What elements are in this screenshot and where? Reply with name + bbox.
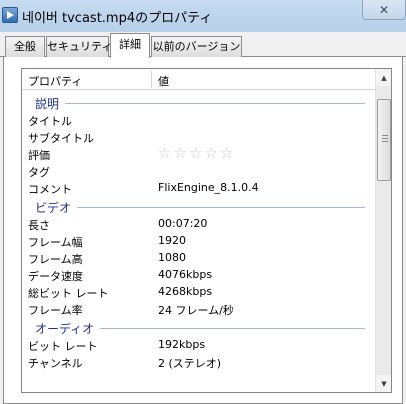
property-value: 2 (ステレオ) — [158, 357, 222, 370]
star-icon[interactable]: ☆ — [173, 146, 186, 161]
scroll-up-icon[interactable]: ▲ — [376, 69, 391, 86]
column-divider[interactable] — [151, 71, 152, 88]
table-row[interactable]: フレーム高 1080 — [22, 249, 375, 266]
tab-general[interactable]: 全般 — [5, 36, 45, 57]
property-list[interactable]: プロパティ 値 説明 タイトル サブタイトル 評価 ☆ ☆ ☆ ☆ ☆ タグ コ… — [21, 68, 392, 393]
tab-strip: 全般 セキュリティ 詳細 以前のバージョン — [0, 32, 406, 58]
property-value: 1080 — [158, 251, 186, 264]
grip-line — [382, 135, 388, 136]
tab-details[interactable]: 詳細 — [110, 33, 150, 58]
property-value: 24 フレーム/秒 — [158, 304, 234, 317]
star-icon[interactable]: ☆ — [189, 146, 202, 161]
property-name: タイトル — [28, 115, 72, 128]
table-row[interactable]: 評価 ☆ ☆ ☆ ☆ ☆ — [22, 145, 375, 163]
close-button[interactable]: ✕ — [362, 0, 406, 20]
property-value: 00:07:20 — [158, 217, 208, 230]
table-row[interactable]: データ速度 4076kbps — [22, 266, 375, 283]
star-icon[interactable]: ☆ — [158, 146, 171, 161]
group-audio: オーディオ — [22, 317, 375, 337]
scroll-down-icon[interactable]: ▼ — [376, 375, 391, 392]
property-value: 4268kbps — [158, 285, 213, 298]
video-file-icon — [2, 7, 18, 23]
table-row[interactable]: チャンネル 2 (ステレオ) — [22, 353, 375, 370]
table-row[interactable]: 総ビット レート 4268kbps — [22, 283, 375, 300]
property-name: サブタイトル — [28, 132, 94, 145]
property-name: コメント — [28, 183, 72, 196]
property-name: 総ビット レート — [28, 287, 109, 300]
tab-security[interactable]: セキュリティ — [46, 36, 112, 57]
property-value: 192kbps — [158, 338, 206, 351]
property-value[interactable]: FlixEngine_8.1.0.4 — [158, 181, 259, 194]
table-row[interactable]: 長さ 00:07:20 — [22, 215, 375, 232]
table-row[interactable]: フレーム率 24 フレーム/秒 — [22, 300, 375, 317]
property-value: 1920 — [158, 234, 186, 247]
group-label: オーディオ — [35, 320, 101, 337]
vertical-scrollbar[interactable]: ▲ ▼ — [375, 69, 391, 392]
column-header-property[interactable]: プロパティ — [28, 73, 82, 89]
property-name: 評価 — [28, 149, 50, 162]
details-panel: プロパティ 値 説明 タイトル サブタイトル 評価 ☆ ☆ ☆ ☆ ☆ タグ コ… — [3, 57, 403, 404]
property-value: 4076kbps — [158, 268, 213, 281]
star-icon[interactable]: ☆ — [204, 146, 217, 161]
grip-line — [382, 141, 388, 142]
column-header-value[interactable]: 値 — [158, 73, 169, 89]
property-name: データ速度 — [28, 270, 83, 283]
group-description: 説明 — [22, 92, 375, 112]
property-name: ビット レート — [28, 340, 98, 353]
properties-dialog: 全般 セキュリティ 詳細 以前のバージョン プロパティ 値 説明 タイトル サブ… — [0, 32, 406, 404]
table-row[interactable]: サブタイトル — [22, 128, 375, 145]
star-icon[interactable]: ☆ — [220, 146, 233, 161]
window-title: 네이버 tvcast.mp4のプロパティ — [22, 11, 213, 26]
table-row[interactable]: ビット レート 192kbps — [22, 336, 375, 353]
tab-previous-versions[interactable]: 以前のバージョン — [151, 36, 242, 57]
title-bar: 네이버 tvcast.mp4のプロパティ ✕ — [0, 0, 406, 32]
list-header: プロパティ 値 — [22, 69, 375, 90]
property-name: フレーム高 — [28, 253, 83, 266]
grip-line — [382, 138, 388, 139]
group-label: 説明 — [35, 95, 66, 112]
rating-stars[interactable]: ☆ ☆ ☆ ☆ ☆ — [158, 146, 233, 161]
group-label: ビデオ — [35, 199, 78, 216]
table-row[interactable]: フレーム幅 1920 — [22, 232, 375, 249]
property-name: フレーム幅 — [28, 236, 83, 249]
table-row[interactable]: コメント FlixEngine_8.1.0.4 — [22, 179, 375, 196]
scroll-thumb[interactable] — [377, 99, 391, 181]
table-row[interactable]: タグ — [22, 162, 375, 179]
property-name: チャンネル — [28, 357, 83, 370]
group-divider — [35, 207, 365, 208]
property-name: 長さ — [28, 219, 50, 232]
property-name: タグ — [28, 166, 50, 179]
table-row[interactable]: タイトル — [22, 111, 375, 128]
list-rows: 説明 タイトル サブタイトル 評価 ☆ ☆ ☆ ☆ ☆ タグ コメント Flix… — [22, 92, 375, 370]
group-video: ビデオ — [22, 196, 375, 216]
property-name: フレーム率 — [28, 304, 83, 317]
group-divider — [35, 103, 365, 104]
